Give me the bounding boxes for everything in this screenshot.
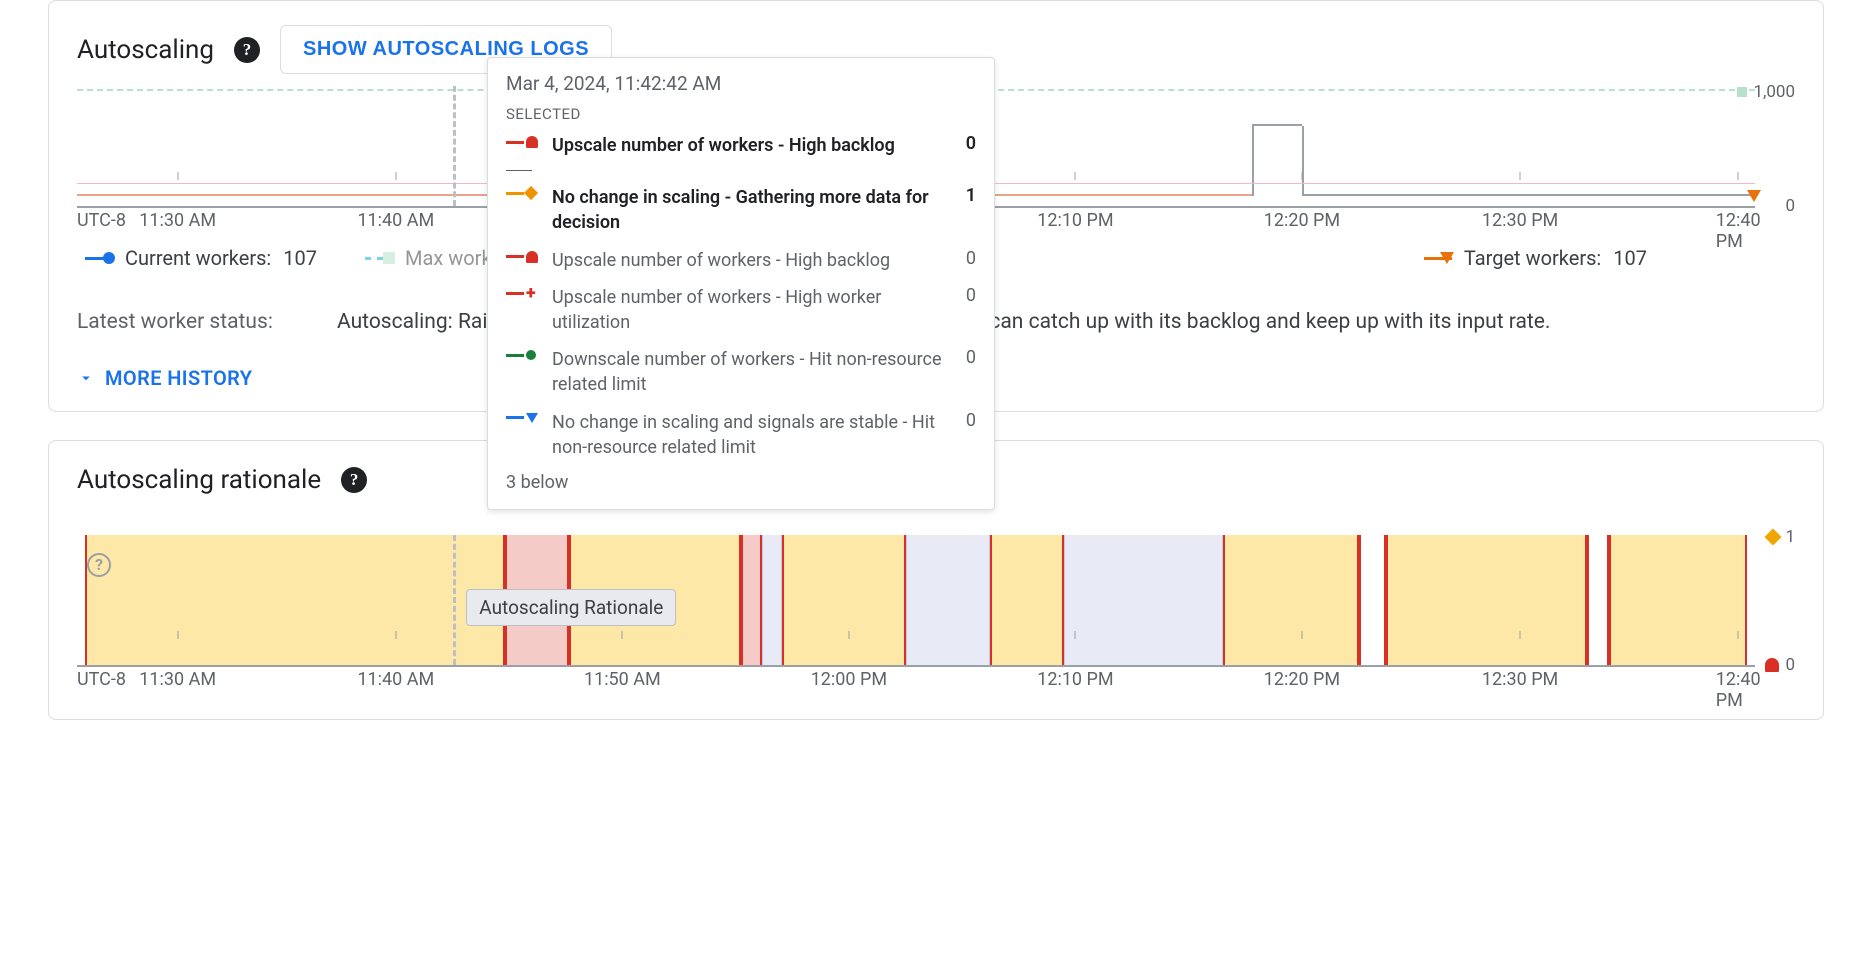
tooltip-timestamp: Mar 4, 2024, 11:42:42 AM bbox=[506, 72, 976, 95]
workers-line-seg3 bbox=[1302, 194, 1755, 196]
green-dot-icon bbox=[506, 350, 536, 360]
chart-cursor[interactable] bbox=[453, 535, 456, 665]
teal-square-icon bbox=[365, 257, 393, 260]
y-zero-label: 0 bbox=[1785, 196, 1795, 216]
x-tick: 12:40 PM bbox=[1716, 669, 1761, 711]
tooltip-row: No change in scaling and signals are sta… bbox=[506, 410, 976, 460]
red-bell-icon bbox=[506, 136, 538, 148]
tooltip-row: Upscale number of workers - High backlog… bbox=[506, 248, 976, 273]
workers-line-rise bbox=[1252, 126, 1254, 196]
x-tick: 12:30 PM bbox=[1482, 669, 1558, 690]
rationale-hint-bubble: Autoscaling Rationale bbox=[466, 589, 676, 626]
chart-cursor[interactable] bbox=[453, 86, 456, 206]
timezone-label: UTC-8 bbox=[77, 669, 126, 690]
rationale-plot-area[interactable]: ? Autoscaling Rationale bbox=[77, 535, 1755, 667]
blue-triangle-icon bbox=[506, 413, 538, 423]
x-tick: 12:40 PM bbox=[1716, 210, 1761, 252]
target-triangle-marker bbox=[1747, 190, 1761, 202]
x-tick: 12:00 PM bbox=[811, 669, 887, 690]
bell-marker-icon bbox=[1765, 658, 1779, 672]
question-icon[interactable]: ? bbox=[87, 553, 111, 577]
chevron-down-icon bbox=[77, 369, 95, 387]
red-bell-icon bbox=[506, 251, 538, 263]
x-tick: 12:10 PM bbox=[1037, 669, 1113, 690]
rationale-chart[interactable]: ? Autoscaling Rationale 1 bbox=[77, 535, 1795, 695]
x-tick: 11:30 AM bbox=[139, 669, 216, 690]
x-tick: 12:20 PM bbox=[1264, 210, 1340, 231]
x-tick: 12:30 PM bbox=[1482, 210, 1558, 231]
rationale-band bbox=[906, 535, 990, 665]
rationale-band bbox=[1587, 535, 1609, 665]
rationale-title: Autoscaling rationale bbox=[77, 465, 321, 495]
rationale-band bbox=[1064, 535, 1223, 665]
autoscaling-title: Autoscaling bbox=[77, 35, 214, 65]
workers-line-seg2 bbox=[1252, 124, 1302, 126]
more-history-button[interactable]: MORE HISTORY bbox=[77, 366, 253, 390]
rationale-band bbox=[741, 535, 761, 665]
status-label: Latest worker status: bbox=[77, 306, 297, 340]
legend-target-workers[interactable]: Target workers: 107 bbox=[1424, 246, 1647, 270]
tooltip-row: Upscale number of workers - High backlog… bbox=[506, 133, 976, 158]
x-tick: 12:20 PM bbox=[1264, 669, 1340, 690]
tooltip-row: + Upscale number of workers - High worke… bbox=[506, 285, 976, 335]
rationale-band bbox=[1609, 535, 1747, 665]
help-icon[interactable]: ? bbox=[341, 467, 367, 493]
x-tick: 11:40 AM bbox=[357, 210, 434, 231]
rationale-x-axis: UTC-8 11:30 AM 11:40 AM 11:50 AM 12:00 P… bbox=[77, 669, 1755, 695]
rationale-band bbox=[85, 535, 505, 665]
red-plus-icon: + bbox=[506, 288, 536, 300]
x-tick: 11:40 AM bbox=[357, 669, 434, 690]
y-zero-label: 0 bbox=[1765, 655, 1795, 675]
rationale-band bbox=[1386, 535, 1587, 665]
y-max-label: 1,000 bbox=[1737, 82, 1795, 102]
y-one-label: 1 bbox=[1767, 527, 1795, 547]
rationale-band bbox=[782, 535, 906, 665]
x-tick: 11:50 AM bbox=[584, 669, 661, 690]
legend-current-workers[interactable]: Current workers: 107 bbox=[85, 246, 317, 270]
chart-tooltip: Mar 4, 2024, 11:42:42 AM SELECTED Upscal… bbox=[487, 57, 995, 510]
workers-line-fall bbox=[1302, 126, 1304, 196]
timezone-label: UTC-8 bbox=[77, 210, 126, 231]
help-icon[interactable]: ? bbox=[234, 37, 260, 63]
tooltip-row: Downscale number of workers - Hit non-re… bbox=[506, 347, 976, 397]
x-tick: 11:30 AM bbox=[139, 210, 216, 231]
blue-circle-icon bbox=[85, 257, 113, 260]
diamond-marker-icon bbox=[1765, 528, 1782, 545]
orange-diamond-icon bbox=[506, 188, 536, 198]
tooltip-separator bbox=[506, 170, 532, 171]
square-marker-icon bbox=[1737, 87, 1747, 97]
rationale-band bbox=[1359, 535, 1386, 665]
rationale-band bbox=[1223, 535, 1359, 665]
orange-triangle-icon bbox=[1424, 257, 1452, 260]
autoscaling-card: Autoscaling ? SHOW AUTOSCALING LOGS bbox=[48, 0, 1824, 412]
tooltip-row: No change in scaling - Gathering more da… bbox=[506, 185, 976, 235]
rationale-band bbox=[762, 535, 782, 665]
tooltip-more-below: 3 below bbox=[506, 472, 976, 493]
rationale-band bbox=[990, 535, 1064, 665]
x-tick: 12:10 PM bbox=[1037, 210, 1113, 231]
tooltip-selected-label: SELECTED bbox=[506, 105, 976, 123]
